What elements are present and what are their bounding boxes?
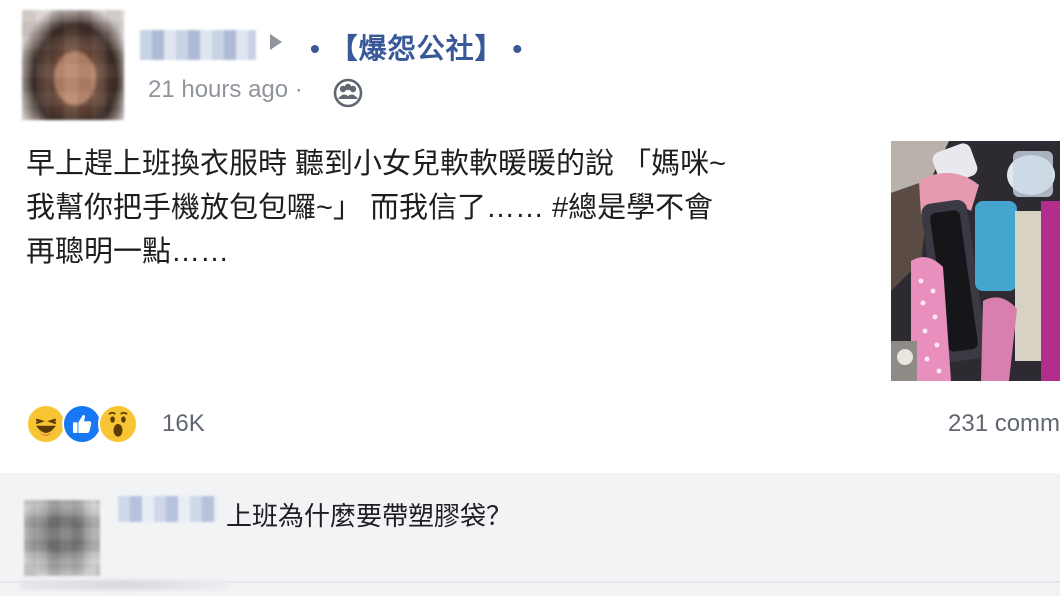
poster-avatar[interactable] [22, 10, 124, 120]
poster-name-blurred[interactable] [140, 30, 256, 60]
reaction-count[interactable]: 16K [162, 410, 205, 438]
comment-text: 上班為什麼要帶塑膠袋？ [226, 501, 513, 531]
comment-actions-blurred [20, 580, 230, 590]
group-name-link[interactable]: • 【爆怨公社】 • [310, 27, 523, 67]
comment-section [0, 473, 1060, 596]
commenter-avatar[interactable] [24, 500, 100, 576]
post-text: 早上趕上班換衣服時 聽到小女兒軟軟暖暖的說 「媽咪~ 我幫你把手機放包包囉~」 … [26, 148, 727, 268]
post-timestamp[interactable]: 21 hours ago · [148, 76, 303, 104]
commenter-name-blurred[interactable] [118, 496, 218, 522]
haha-icon [26, 404, 66, 444]
like-icon [62, 404, 102, 444]
post-photo[interactable] [891, 141, 1060, 381]
wow-icon [98, 404, 138, 444]
comments-count[interactable]: 231 comments [948, 410, 1060, 438]
reactions-bar[interactable] [26, 404, 156, 446]
arrow-right-icon [270, 34, 282, 50]
group-icon [333, 78, 363, 108]
